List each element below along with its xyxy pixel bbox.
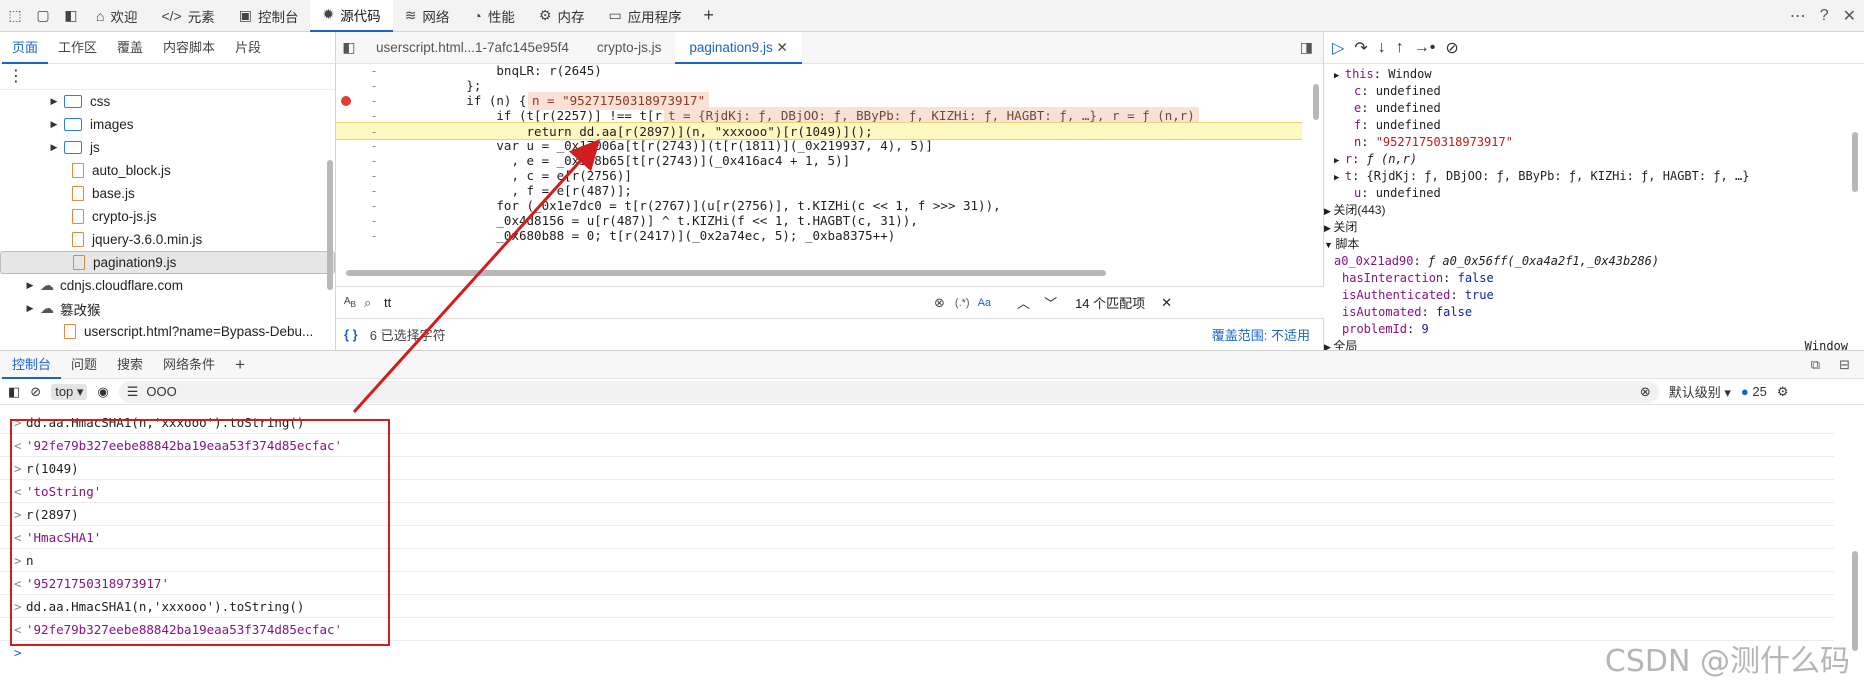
devtools-window: ⬚ ▢ ◧ ⌂ 欢迎 </> 元素 ▣ 控制台 ✹ 源代码 ≋ 网络 ◔ 性能 ⚙ 内存 ▭ 应用程序 + ⋯… xyxy=(0,0,1864,686)
annotation-arrow xyxy=(352,139,601,414)
watermark: CSDN @测什么码 xyxy=(1604,644,1850,679)
